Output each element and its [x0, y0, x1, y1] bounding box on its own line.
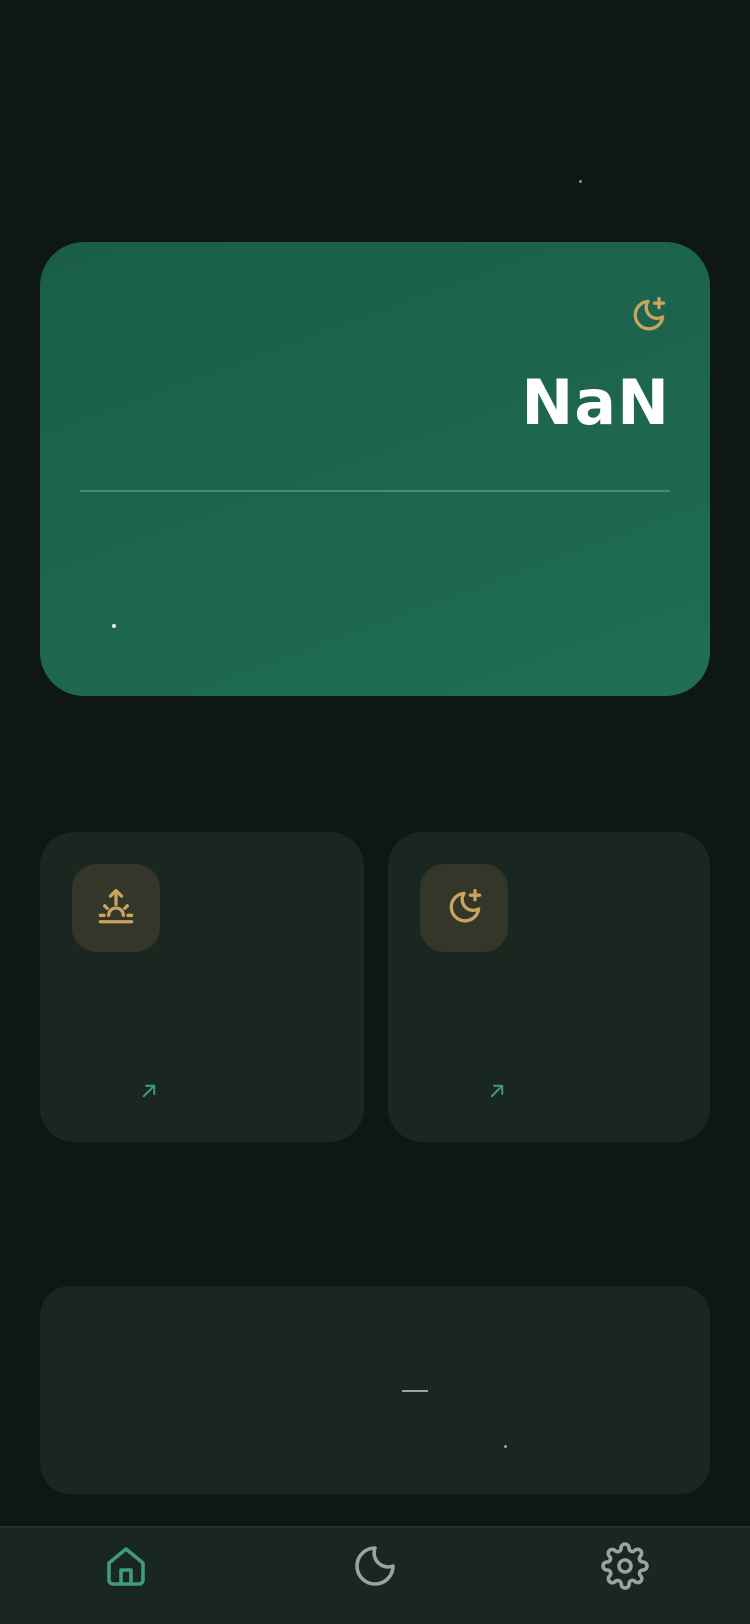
sleep-tile[interactable]: [388, 832, 710, 1142]
hero-divider: [80, 490, 670, 492]
nav-home[interactable]: [102, 1542, 150, 1590]
gear-icon: [601, 1542, 649, 1590]
summary-dot: [504, 1445, 507, 1448]
hero-dot: [112, 624, 116, 628]
hero-value: NaN: [521, 366, 670, 439]
moon-icon: [355, 1546, 395, 1586]
hero-card[interactable]: NaN: [40, 242, 710, 696]
summary-dash: [402, 1390, 428, 1392]
arrow-up-right-icon: [490, 1084, 504, 1098]
moon-plus-icon-box: [420, 864, 508, 952]
home-icon: [107, 1547, 145, 1586]
app-screen: NaN: [0, 0, 750, 1624]
nav-sleep[interactable]: [351, 1542, 399, 1590]
bottom-nav: [0, 1526, 750, 1624]
moon-plus-icon: [633, 296, 666, 331]
arrow-up-right-icon: [142, 1084, 156, 1098]
summary-card[interactable]: [40, 1286, 710, 1494]
sunrise-icon-box: [72, 864, 160, 952]
nav-settings[interactable]: [601, 1542, 649, 1590]
sunrise-icon: [98, 888, 134, 924]
status-speck: [579, 180, 582, 183]
sunrise-tile[interactable]: [40, 832, 364, 1142]
moon-plus-icon: [449, 888, 482, 923]
